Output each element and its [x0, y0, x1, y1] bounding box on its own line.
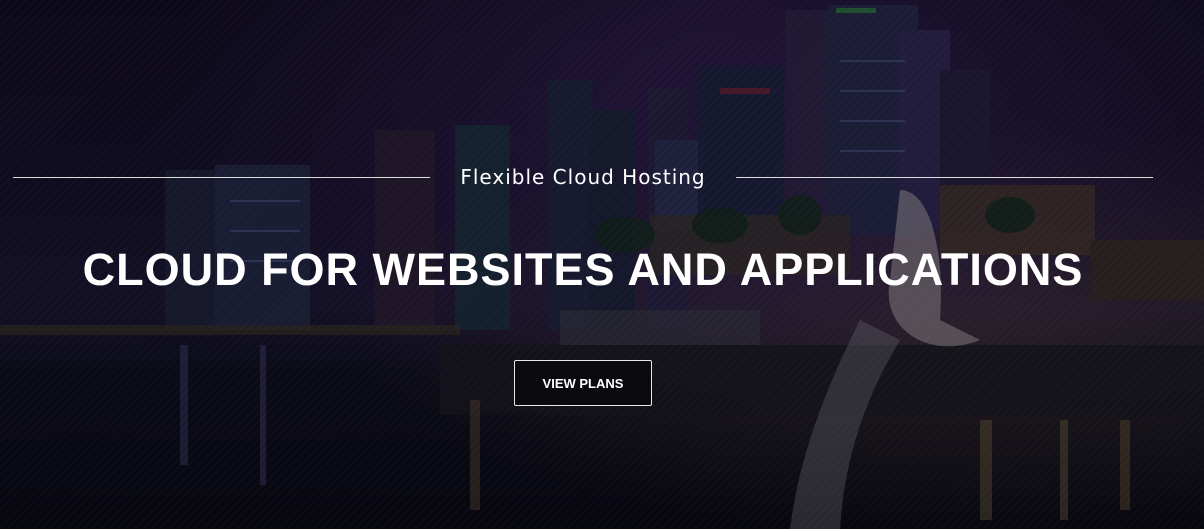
view-plans-label: VIEW PLANS	[542, 375, 624, 391]
hero-headline: CLOUD FOR WEBSITES AND APPLICATIONS	[82, 244, 1084, 295]
subtitle-row: Flexible Cloud Hosting	[13, 160, 1153, 194]
view-plans-button[interactable]: VIEW PLANS	[514, 360, 652, 406]
hero-section: Flexible Cloud Hosting CLOUD FOR WEBSITE…	[0, 0, 1204, 529]
divider-right	[735, 176, 1153, 178]
hero-subtitle: Flexible Cloud Hosting	[460, 165, 706, 189]
divider-left	[13, 176, 431, 178]
